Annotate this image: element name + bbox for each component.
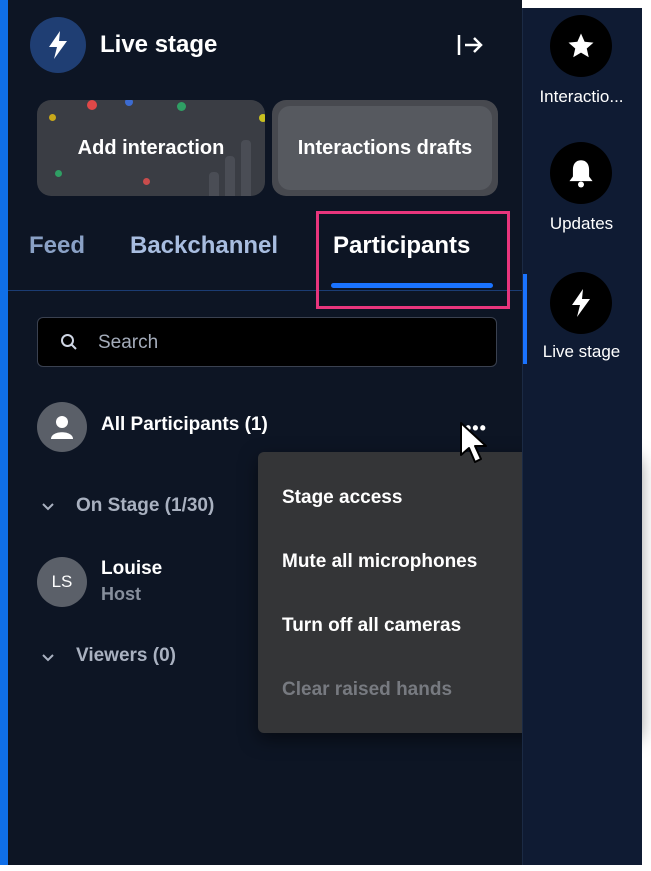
on-stage-section-label[interactable]: On Stage (1/30) (76, 495, 214, 517)
bar-decoration (209, 172, 219, 196)
avatar: LS (37, 557, 87, 607)
star-icon (550, 15, 612, 77)
tab-feed[interactable]: Feed (29, 232, 85, 260)
tab-backchannel[interactable]: Backchannel (130, 232, 278, 260)
rail-item-live-stage[interactable]: Live stage (522, 272, 641, 372)
confetti-decoration (125, 100, 133, 106)
bar-decoration (241, 140, 251, 196)
app-window: Live stage Add interaction Interactions … (0, 0, 651, 871)
mouse-cursor-icon (460, 422, 487, 463)
panel-title: Live stage (100, 31, 218, 58)
confetti-decoration (55, 170, 62, 177)
search-icon (61, 334, 77, 350)
panel-header: Live stage (30, 17, 500, 73)
menu-item-mute-all-microphones[interactable]: Mute all microphones (282, 551, 477, 573)
rail-item-label: Updates (549, 214, 614, 233)
chevron-down-icon[interactable] (42, 654, 54, 662)
left-accent-edge (0, 0, 8, 865)
menu-item-stage-access[interactable]: Stage access (282, 487, 402, 509)
confetti-decoration (49, 114, 56, 121)
rail-item-label: Interactio... (539, 87, 624, 106)
rail-item-updates[interactable]: Updates (522, 142, 641, 242)
search-input[interactable] (96, 328, 480, 358)
add-interaction-button[interactable]: Add interaction (37, 100, 265, 196)
bolt-icon (550, 272, 612, 334)
participant-name: Louise (101, 558, 163, 579)
rail-item-interactions[interactable]: Interactio... (522, 15, 641, 115)
menu-item-turn-off-all-cameras[interactable]: Turn off all cameras (282, 615, 461, 637)
chevron-down-icon[interactable] (42, 503, 54, 511)
interactions-drafts-label: Interactions drafts (297, 136, 473, 159)
confetti-decoration (87, 100, 97, 110)
search-box[interactable] (37, 317, 497, 367)
confetti-decoration (143, 178, 150, 185)
all-participants-label: All Participants (1) (101, 414, 268, 435)
menu-item-clear-raised-hands: Clear raised hands (282, 679, 453, 700)
participant-role: Host (101, 584, 141, 604)
annotation-highlight-box (316, 211, 510, 309)
rail-item-label: Live stage (542, 342, 621, 361)
interactions-drafts-button[interactable]: Interactions drafts (272, 100, 498, 196)
confetti-decoration (177, 102, 186, 111)
bell-icon (550, 142, 612, 204)
bolt-icon (30, 17, 86, 73)
all-participants-avatar (37, 402, 87, 452)
user-icon (51, 416, 73, 439)
add-interaction-label: Add interaction (77, 136, 225, 159)
right-rail (522, 8, 642, 865)
viewers-section-label[interactable]: Viewers (0) (76, 645, 176, 667)
bar-decoration (225, 156, 235, 196)
exit-icon[interactable] (456, 31, 486, 59)
confetti-decoration (259, 114, 265, 122)
bottom-edge (0, 865, 651, 871)
